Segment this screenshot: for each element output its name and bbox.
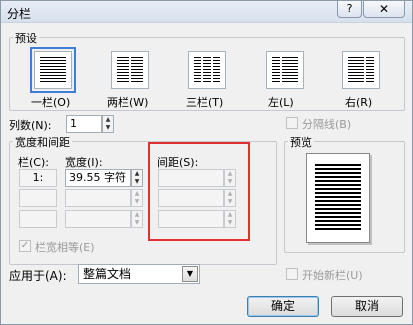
spin-up-icon[interactable]: ▲	[103, 116, 113, 124]
column-glyph	[212, 57, 220, 83]
separator-checkbox[interactable]	[286, 117, 298, 129]
column-glyph	[282, 57, 298, 83]
column-glyph	[131, 57, 143, 83]
column-glyph	[272, 57, 280, 83]
preset-one-column[interactable]	[30, 47, 76, 93]
col-number-cell	[19, 210, 57, 228]
width-spinner[interactable]: ▲ ▼	[131, 189, 143, 207]
spin-up-icon[interactable]: ▲	[132, 170, 142, 178]
column-count-input[interactable]: 1	[66, 115, 102, 133]
column-glyph	[366, 57, 374, 83]
column-glyph	[117, 57, 129, 83]
column-glyph	[203, 57, 211, 83]
dialog-title: 分栏	[7, 7, 32, 21]
preset-right[interactable]	[342, 51, 380, 89]
close-button[interactable]: ✕	[363, 1, 405, 18]
width-input[interactable]	[65, 189, 131, 207]
preset-three-columns[interactable]	[188, 51, 226, 89]
preset-two-columns[interactable]	[111, 51, 149, 89]
column-glyph	[40, 57, 66, 83]
width-input[interactable]: 39.55 字符	[65, 169, 131, 187]
equal-width-checkbox[interactable]: ✓	[19, 240, 31, 252]
help-button[interactable]: ?	[337, 1, 362, 18]
preset-three-columns-label: 三栏(T)	[186, 96, 224, 109]
separator-label: 分隔线(B)	[302, 118, 352, 131]
columns-dialog: 分栏 ? ✕ 预设 一栏(O) 两栏(W) 三栏(T) 左(L) 右(R) 列数…	[0, 0, 413, 325]
equal-width-label: 栏宽相等(E)	[35, 241, 95, 254]
preview-page	[306, 153, 370, 243]
chevron-down-icon[interactable]: ▼	[182, 266, 198, 282]
column-glyph	[348, 57, 364, 83]
width-input[interactable]	[65, 210, 131, 228]
title-bar: 分栏 ? ✕	[1, 1, 412, 23]
preset-one-column-label: 一栏(O)	[31, 96, 71, 109]
apply-to-label: 应用于(A):	[9, 269, 67, 283]
spin-down-icon[interactable]: ▼	[132, 219, 142, 227]
column-count-label: 列数(N):	[9, 119, 52, 132]
spin-down-icon[interactable]: ▼	[132, 198, 142, 206]
spin-down-icon[interactable]: ▼	[103, 124, 113, 132]
width-header: 宽度(I):	[65, 156, 103, 169]
preview-group-label: 预览	[288, 134, 314, 150]
new-column-checkbox[interactable]	[286, 268, 298, 280]
preview-text-lines	[315, 164, 361, 232]
preset-two-columns-label: 两栏(W)	[107, 96, 149, 109]
width-spinner[interactable]: ▲ ▼	[131, 169, 143, 187]
cancel-button[interactable]: 取消	[331, 296, 403, 317]
col-number-cell: 1:	[19, 169, 57, 187]
ok-button[interactable]: 确定	[247, 296, 319, 317]
column-count-spinner[interactable]: ▲ ▼	[102, 115, 114, 133]
spacing-highlight-box	[148, 142, 250, 241]
spin-up-icon[interactable]: ▲	[132, 211, 142, 219]
preset-left-label: 左(L)	[268, 96, 294, 109]
new-column-label: 开始新栏(U)	[302, 269, 363, 282]
col-number-cell	[19, 189, 57, 207]
col-header: 栏(C):	[18, 156, 49, 169]
preset-left[interactable]	[266, 51, 304, 89]
width-spinner[interactable]: ▲ ▼	[131, 210, 143, 228]
spin-up-icon[interactable]: ▲	[132, 190, 142, 198]
width-spacing-group-label: 宽度和间距	[13, 134, 72, 150]
column-glyph	[194, 57, 202, 83]
presets-group-label: 预设	[13, 30, 39, 46]
spin-down-icon[interactable]: ▼	[132, 178, 142, 186]
preset-right-label: 右(R)	[345, 96, 373, 109]
